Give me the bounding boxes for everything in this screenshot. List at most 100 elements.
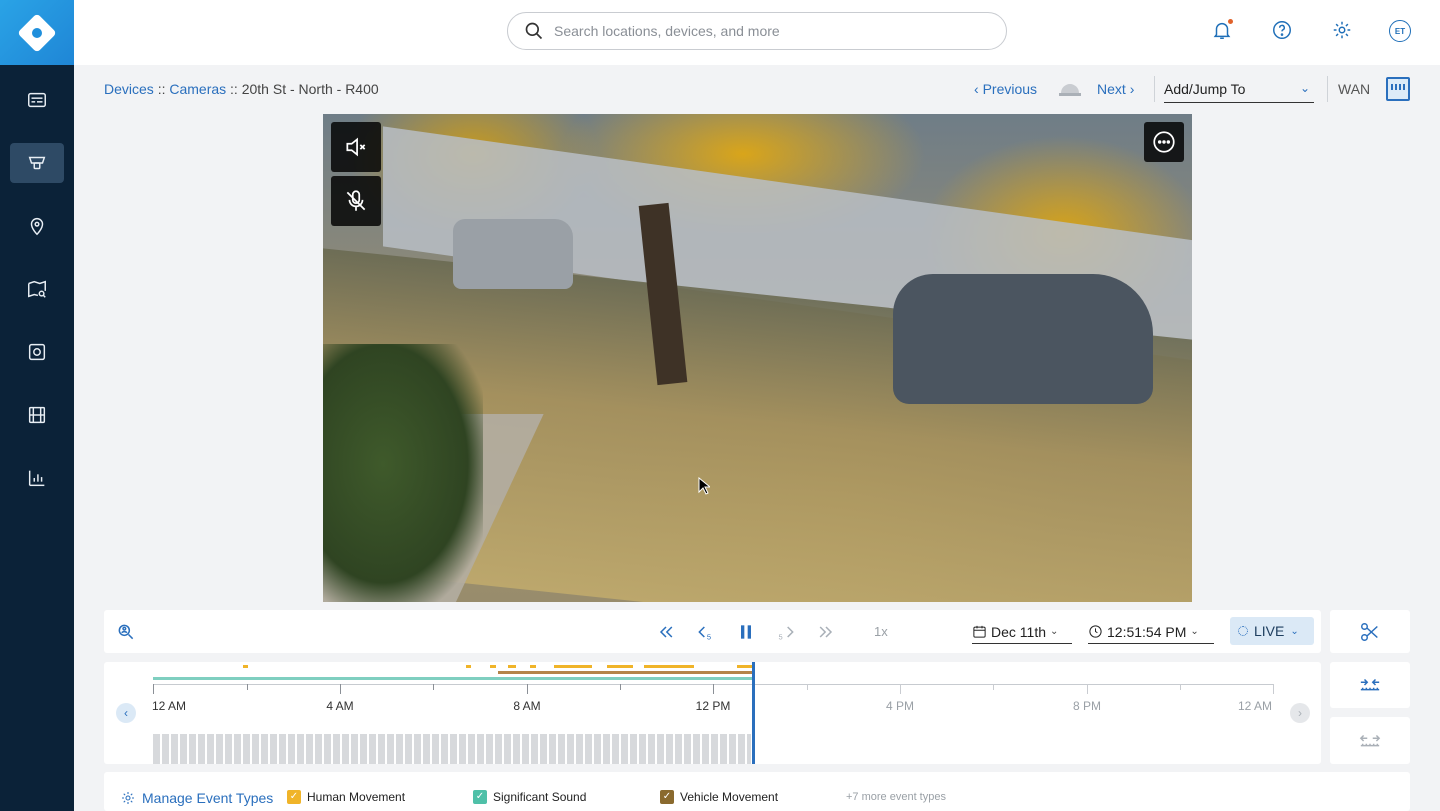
time-picker[interactable]: 12:51:54 PM ⌄ bbox=[1088, 620, 1214, 644]
clock-icon bbox=[1089, 625, 1102, 638]
notifications-button[interactable] bbox=[1210, 18, 1234, 42]
rewind-button[interactable] bbox=[654, 620, 678, 644]
timeline-tick bbox=[153, 684, 154, 694]
timeline-tick bbox=[993, 684, 994, 690]
location-pin-icon bbox=[30, 218, 44, 236]
checkbox-checked-icon[interactable]: ✓ bbox=[660, 790, 674, 804]
loading-spinner-icon bbox=[1238, 626, 1248, 636]
human-movement-event[interactable] bbox=[607, 665, 633, 668]
human-movement-event[interactable] bbox=[490, 665, 496, 668]
more-event-types-link[interactable]: +7 more event types bbox=[846, 791, 946, 803]
timeline-tick bbox=[620, 684, 621, 690]
date-picker[interactable]: Dec 11th ⌄ bbox=[972, 620, 1072, 644]
sidebar-item-archives[interactable] bbox=[10, 395, 64, 435]
dashboard-icon bbox=[28, 92, 46, 108]
scene-car bbox=[893, 274, 1153, 404]
breadcrumb-cameras[interactable]: Cameras bbox=[169, 81, 226, 97]
timeline-tick bbox=[1087, 684, 1088, 694]
scene-car bbox=[453, 219, 573, 289]
skip-forward-5-button[interactable]: 5 bbox=[774, 620, 798, 644]
mouse-cursor-icon bbox=[698, 477, 710, 495]
previous-camera-button[interactable]: ‹ Previous bbox=[974, 81, 1037, 97]
calendar-icon bbox=[973, 625, 986, 638]
breadcrumb-separator: :: bbox=[157, 81, 166, 97]
sidebar-item-access[interactable] bbox=[10, 332, 64, 372]
vehicle-movement-event[interactable] bbox=[498, 671, 752, 674]
user-avatar[interactable]: ET bbox=[1389, 20, 1411, 42]
breadcrumb-devices[interactable]: Devices bbox=[104, 81, 154, 97]
event-timeline[interactable]: ‹ › 12 AM 4 AM 8 AM 12 PM 4 PM 8 PM 12 A… bbox=[104, 662, 1321, 764]
zoom-out-timeline-button[interactable] bbox=[1330, 717, 1410, 764]
checkbox-checked-icon[interactable]: ✓ bbox=[473, 790, 487, 804]
zoom-in-timeline-button[interactable] bbox=[1330, 662, 1410, 708]
human-movement-event[interactable] bbox=[737, 665, 752, 668]
video-more-options-button[interactable] bbox=[1144, 122, 1184, 162]
breadcrumb-separator: :: bbox=[230, 81, 238, 97]
timeline-label: 4 AM bbox=[326, 699, 354, 713]
network-port-icon[interactable] bbox=[1386, 77, 1410, 101]
search-input[interactable] bbox=[554, 23, 974, 39]
expand-arrows-icon bbox=[1359, 734, 1381, 746]
legend-item-vehicle-movement[interactable]: ✓ Vehicle Movement bbox=[660, 790, 778, 804]
chevron-left-icon: ‹ bbox=[124, 706, 128, 720]
help-button[interactable] bbox=[1270, 18, 1294, 42]
previous-label: Previous bbox=[982, 81, 1038, 97]
significant-sound-event[interactable] bbox=[153, 677, 752, 680]
timeline-tick bbox=[713, 684, 714, 694]
human-movement-event[interactable] bbox=[644, 665, 694, 668]
settings-button[interactable] bbox=[1330, 18, 1354, 42]
human-movement-event[interactable] bbox=[466, 665, 471, 668]
live-button[interactable]: LIVE ⌄ bbox=[1230, 617, 1314, 645]
human-movement-event[interactable] bbox=[508, 665, 516, 668]
chevron-down-icon: ⌄ bbox=[1290, 625, 1299, 637]
timeline-label: 4 PM bbox=[885, 699, 915, 713]
human-movement-event[interactable] bbox=[530, 665, 536, 668]
add-jump-dropdown[interactable]: Add/Jump To ⌄ bbox=[1164, 81, 1314, 103]
person-search-button[interactable] bbox=[114, 620, 138, 644]
global-search[interactable] bbox=[507, 12, 1007, 50]
dome-camera-icon bbox=[1059, 84, 1081, 96]
playback-speed[interactable]: 1x bbox=[874, 624, 888, 639]
gear-icon bbox=[1333, 21, 1351, 39]
time-value: 12:51:54 PM bbox=[1107, 623, 1187, 640]
access-control-icon bbox=[28, 343, 46, 361]
manage-event-types-button[interactable]: Manage Event Types bbox=[120, 790, 273, 806]
mute-speaker-button[interactable] bbox=[331, 122, 381, 172]
camera-video-feed[interactable] bbox=[323, 114, 1192, 602]
skip-back-5-button[interactable]: 5 bbox=[694, 620, 718, 644]
manage-label: Manage Event Types bbox=[142, 790, 274, 806]
human-movement-event[interactable] bbox=[243, 665, 248, 668]
fast-forward-button[interactable] bbox=[814, 620, 838, 644]
playhead[interactable] bbox=[752, 662, 755, 764]
timeline-prev-button[interactable]: ‹ bbox=[116, 703, 136, 723]
sidebar-item-maps[interactable] bbox=[10, 269, 64, 309]
sidebar-item-analytics[interactable] bbox=[10, 458, 64, 498]
timeline-next-button[interactable]: › bbox=[1290, 703, 1310, 723]
chevron-right-icon: › bbox=[1298, 706, 1302, 720]
timeline-tick bbox=[900, 684, 901, 694]
top-bar: ET bbox=[74, 0, 1440, 65]
help-icon bbox=[1273, 21, 1291, 39]
timeline-label: 8 PM bbox=[1072, 699, 1102, 713]
svg-text:5: 5 bbox=[779, 633, 783, 642]
pause-button[interactable] bbox=[734, 620, 758, 644]
app-logo[interactable] bbox=[0, 0, 74, 65]
svg-text:5: 5 bbox=[707, 633, 711, 642]
collapse-arrows-icon bbox=[1360, 678, 1380, 691]
sidebar-item-cameras[interactable] bbox=[10, 143, 64, 183]
logo-mark bbox=[17, 12, 57, 53]
clip-button[interactable] bbox=[1330, 610, 1410, 653]
sidebar-item-dashboard[interactable] bbox=[10, 80, 64, 120]
legend-item-human-movement[interactable]: ✓ Human Movement bbox=[287, 790, 405, 804]
checkbox-checked-icon[interactable]: ✓ bbox=[287, 790, 301, 804]
next-camera-button[interactable]: Next › bbox=[1097, 81, 1134, 97]
legend-item-significant-sound[interactable]: ✓ Significant Sound bbox=[473, 790, 586, 804]
timeline-label: 12 AM bbox=[1237, 699, 1273, 713]
analytics-icon bbox=[28, 470, 45, 487]
sidebar-item-locations[interactable] bbox=[10, 206, 64, 246]
skip-forward-icon: 5 bbox=[779, 626, 794, 642]
live-label: LIVE bbox=[1254, 623, 1285, 639]
human-movement-event[interactable] bbox=[554, 665, 592, 668]
timeline-tick bbox=[340, 684, 341, 694]
mute-microphone-button[interactable] bbox=[331, 176, 381, 226]
